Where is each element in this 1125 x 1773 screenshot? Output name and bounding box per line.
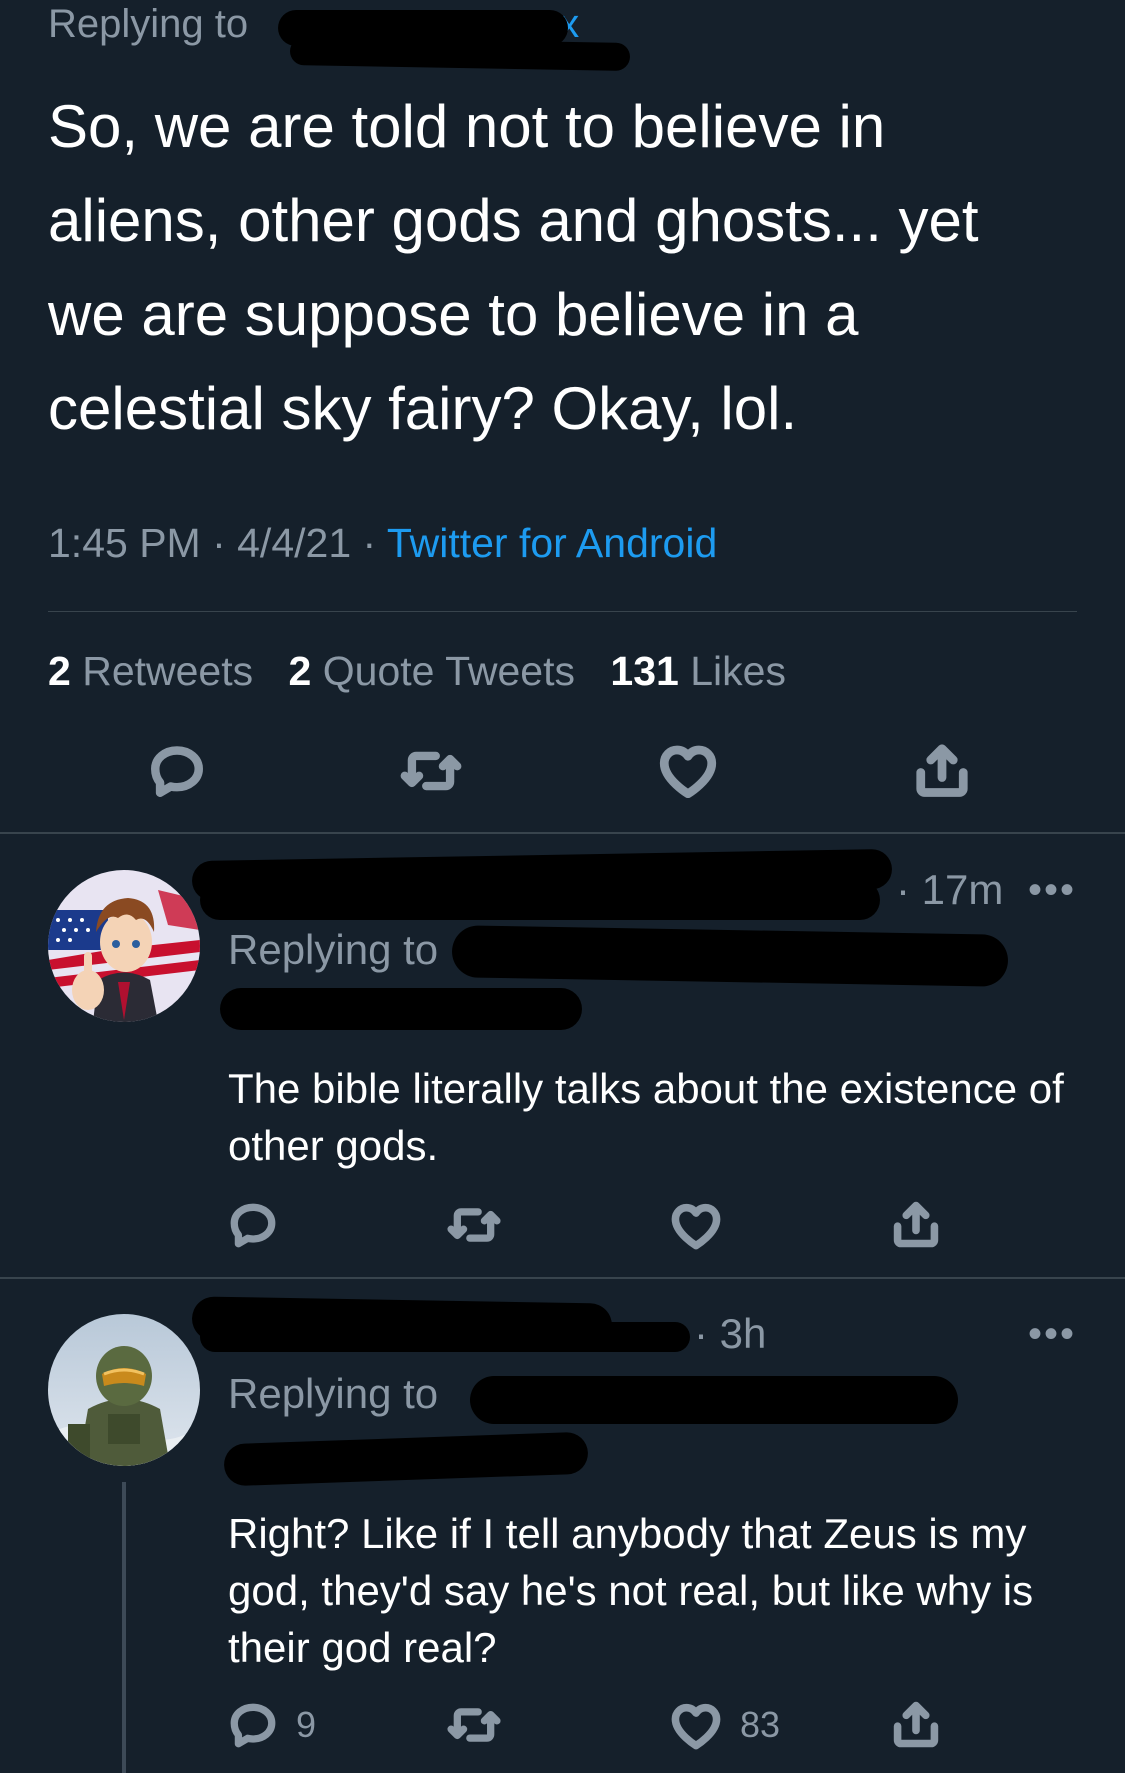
retweet-icon — [447, 1208, 501, 1242]
reply-button[interactable] — [228, 1200, 296, 1250]
reply-button[interactable] — [148, 742, 206, 800]
redaction-mark — [200, 880, 880, 920]
like-count: 83 — [740, 1704, 781, 1745]
retweet-icon — [447, 1708, 501, 1742]
more-icon[interactable]: ••• — [1028, 868, 1076, 913]
retweet-button[interactable] — [446, 1700, 502, 1750]
reply-icon — [230, 1203, 276, 1248]
like-icon — [671, 1703, 721, 1750]
tweet-stats: 2 Retweets 2 Quote Tweets 131 Likes — [48, 648, 786, 695]
share-button[interactable] — [912, 740, 972, 800]
like-button[interactable]: 83 — [670, 1700, 780, 1750]
reply-text: Right? Like if I tell anybody that Zeus … — [228, 1510, 1034, 1671]
like-icon — [671, 1203, 721, 1250]
redaction-mark — [451, 925, 1009, 987]
main-tweet-text: So, we are told not to believe in aliens… — [48, 93, 979, 442]
retweet-icon — [400, 751, 462, 791]
retweets-stat[interactable]: 2 Retweets — [48, 648, 253, 694]
divider — [0, 1277, 1125, 1279]
quote-tweets-stat[interactable]: 2 Quote Tweets — [289, 648, 575, 694]
reply-icon — [230, 1703, 276, 1748]
replying-to-label: Replying to — [228, 1370, 439, 1417]
avatar-image — [48, 870, 200, 1022]
like-icon — [659, 745, 717, 798]
avatar[interactable] — [48, 1314, 200, 1466]
share-icon — [893, 1201, 939, 1248]
tweet-meta: 1:45 PM · 4/4/21 · Twitter for Android — [48, 520, 717, 567]
replying-to-label: Replying to — [228, 926, 439, 973]
likes-stat[interactable]: 131 Likes — [610, 648, 786, 694]
tweet-source-link[interactable]: Twitter for Android — [387, 520, 717, 566]
redaction-mark — [470, 1376, 958, 1424]
retweet-button[interactable] — [446, 1200, 502, 1250]
reply-count: 9 — [296, 1704, 317, 1745]
redaction-mark — [200, 1322, 690, 1352]
like-button[interactable] — [670, 1200, 740, 1250]
reply-icon — [151, 746, 203, 797]
avatar-image — [48, 1314, 200, 1466]
thread-line — [122, 1482, 126, 1773]
share-icon — [893, 1701, 939, 1748]
avatar[interactable] — [48, 870, 200, 1022]
divider — [0, 832, 1125, 834]
reply-button[interactable]: 9 — [228, 1700, 316, 1750]
share-button[interactable] — [890, 1198, 942, 1250]
divider — [48, 611, 1077, 612]
share-icon — [916, 744, 968, 797]
share-button[interactable] — [890, 1698, 942, 1750]
reply-text: The bible literally talks about the exis… — [228, 1065, 1064, 1169]
replying-to-label: Replying to — [48, 2, 249, 46]
tweet-timestamp: 1:45 PM · 4/4/21 · — [48, 520, 377, 566]
redaction-mark — [220, 988, 582, 1030]
reply-timestamp[interactable]: · 17m — [896, 866, 1003, 914]
redaction-mark — [223, 1431, 589, 1487]
redaction-mark — [289, 37, 631, 71]
more-icon[interactable]: ••• — [1028, 1312, 1076, 1357]
reply-timestamp[interactable]: · 3h — [694, 1310, 766, 1358]
like-button[interactable] — [658, 742, 718, 798]
retweet-button[interactable] — [400, 742, 462, 800]
